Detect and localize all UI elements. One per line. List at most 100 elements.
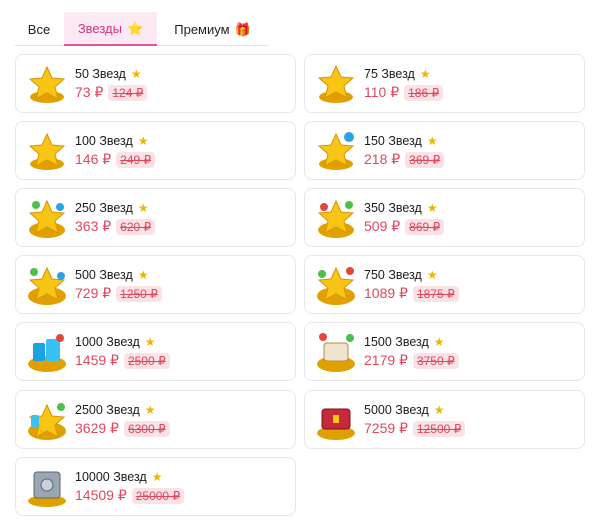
product-title: 1500 Звезд ★ — [364, 335, 445, 349]
product-title-text: 1000 Звезд — [75, 335, 140, 349]
product-title: 250 Звезд ★ — [75, 201, 149, 215]
product-title-text: 5000 Звезд — [364, 403, 429, 417]
price-row: 729 ₽1250 ₽ — [75, 285, 162, 302]
old-price: 12500 ₽ — [412, 420, 466, 437]
price: 363 ₽ — [75, 218, 112, 234]
old-price: 869 ₽ — [405, 218, 445, 235]
star-icon: ★ — [137, 268, 149, 282]
product-title: 100 Звезд ★ — [75, 134, 149, 148]
product-title: 1000 Звезд ★ — [75, 335, 156, 349]
old-price: 249 ₽ — [116, 151, 156, 168]
product-title: 5000 Звезд ★ — [364, 403, 445, 417]
price-row: 218 ₽369 ₽ — [364, 151, 445, 168]
star-icon: ★ — [151, 470, 163, 484]
price: 1089 ₽ — [364, 285, 408, 301]
star-icon: ★ — [426, 134, 438, 148]
product-title: 350 Звезд ★ — [364, 201, 438, 215]
product-title-text: 10000 Звезд — [75, 470, 147, 484]
old-price: 369 ₽ — [405, 151, 445, 168]
star-pile-icon — [28, 132, 66, 170]
product-title-text: 100 Звезд — [75, 134, 133, 148]
treasure-icon — [28, 403, 66, 440]
product-title: 75 Звезд ★ — [364, 67, 431, 81]
product-card[interactable]: 750 Звезд ★ 1089 ₽1875 ₽ — [304, 255, 585, 314]
product-title: 10000 Звезд ★ — [75, 470, 162, 484]
price-row: 363 ₽620 ₽ — [75, 218, 156, 235]
price-row: 509 ₽869 ₽ — [364, 218, 445, 235]
price-row: 1459 ₽2500 ₽ — [75, 352, 170, 369]
price: 729 ₽ — [75, 285, 112, 301]
product-card[interactable]: 1000 Звезд ★ 1459 ₽2500 ₽ — [15, 322, 296, 381]
product-card[interactable]: 350 Звезд ★ 509 ₽869 ₽ — [304, 188, 585, 247]
old-price: 25000 ₽ — [131, 487, 185, 504]
product-title-text: 50 Звезд — [75, 67, 126, 81]
star-icon: ★ — [433, 403, 445, 417]
product-card[interactable]: 150 Звезд ★ 218 ₽369 ₽ — [304, 121, 585, 180]
product-title: 150 Звезд ★ — [364, 134, 438, 148]
product-card[interactable]: 100 Звезд ★ 146 ₽249 ₽ — [15, 121, 296, 180]
price: 110 ₽ — [364, 84, 400, 100]
price: 2179 ₽ — [364, 352, 408, 368]
star-icon: ★ — [419, 67, 431, 81]
star-pile-icon — [28, 266, 66, 305]
product-title-text: 250 Звезд — [75, 201, 133, 215]
star-icon: ★ — [130, 67, 142, 81]
star-icon: ★ — [144, 335, 156, 349]
old-price: 620 ₽ — [116, 218, 156, 235]
product-card[interactable]: 10000 Звезд ★ 14509 ₽25000 ₽ — [15, 457, 296, 516]
product-title-text: 750 Звезд — [364, 268, 422, 282]
old-price: 1250 ₽ — [116, 285, 162, 302]
price: 7259 ₽ — [364, 420, 408, 436]
product-title-text: 75 Звезд — [364, 67, 415, 81]
price: 146 ₽ — [75, 151, 112, 167]
star-pile-icon — [28, 199, 66, 238]
product-card[interactable]: 1500 Звезд ★ 2179 ₽3750 ₽ — [304, 322, 585, 381]
product-card[interactable]: 250 Звезд ★ 363 ₽620 ₽ — [15, 188, 296, 247]
old-price: 1875 ₽ — [412, 285, 459, 302]
star-icon: ★ — [426, 268, 438, 282]
product-card[interactable]: 500 Звезд ★ 729 ₽1250 ₽ — [15, 255, 296, 314]
product-card[interactable]: 2500 Звезд ★ 3629 ₽6300 ₽ — [15, 390, 296, 449]
product-grid: 50 Звезд ★ 73 ₽124 ₽ 75 Звезд ★ 110 ₽186 ₽… — [0, 0, 596, 529]
star-icon: ★ — [144, 403, 156, 417]
product-title: 50 Звезд ★ — [75, 67, 142, 81]
star-pile-icon — [317, 199, 355, 238]
product-card[interactable]: 5000 Звезд ★ 7259 ₽12500 ₽ — [304, 390, 585, 449]
star-pile-icon — [28, 65, 66, 103]
product-card[interactable]: 75 Звезд ★ 110 ₽186 ₽ — [304, 54, 585, 113]
star-icon: ★ — [426, 201, 438, 215]
product-title-text: 2500 Звезд — [75, 403, 140, 417]
price-row: 110 ₽186 ₽ — [364, 84, 444, 101]
red-chest-icon — [317, 408, 355, 440]
gem-pile-icon — [28, 334, 66, 372]
price-row: 2179 ₽3750 ₽ — [364, 352, 459, 369]
price-row: 146 ₽249 ₽ — [75, 151, 156, 168]
star-pile-icon — [317, 266, 355, 305]
star-icon: ★ — [137, 201, 149, 215]
price: 1459 ₽ — [75, 352, 119, 368]
price: 509 ₽ — [364, 218, 401, 234]
old-price: 2500 ₽ — [123, 352, 170, 369]
old-price: 3750 ₽ — [412, 352, 459, 369]
star-pile-icon — [317, 64, 355, 103]
price-row: 1089 ₽1875 ₽ — [364, 285, 459, 302]
price: 218 ₽ — [364, 151, 401, 167]
price-row: 3629 ₽6300 ₽ — [75, 420, 170, 437]
product-title-text: 500 Звезд — [75, 268, 133, 282]
price: 73 ₽ — [75, 84, 104, 100]
product-title: 2500 Звезд ★ — [75, 403, 156, 417]
product-title-text: 350 Звезд — [364, 201, 422, 215]
price: 3629 ₽ — [75, 420, 119, 436]
product-title: 750 Звезд ★ — [364, 268, 438, 282]
old-price: 124 ₽ — [108, 84, 148, 101]
star-icon: ★ — [137, 134, 149, 148]
price: 14509 ₽ — [75, 487, 127, 503]
chest-icon — [317, 333, 355, 372]
old-price: 186 ₽ — [404, 84, 444, 101]
star-pile-icon — [317, 132, 355, 170]
safe-icon — [28, 471, 66, 507]
star-icon: ★ — [433, 335, 445, 349]
product-card[interactable]: 50 Звезд ★ 73 ₽124 ₽ — [15, 54, 296, 113]
price-row: 73 ₽124 ₽ — [75, 84, 148, 101]
product-title: 500 Звезд ★ — [75, 268, 149, 282]
